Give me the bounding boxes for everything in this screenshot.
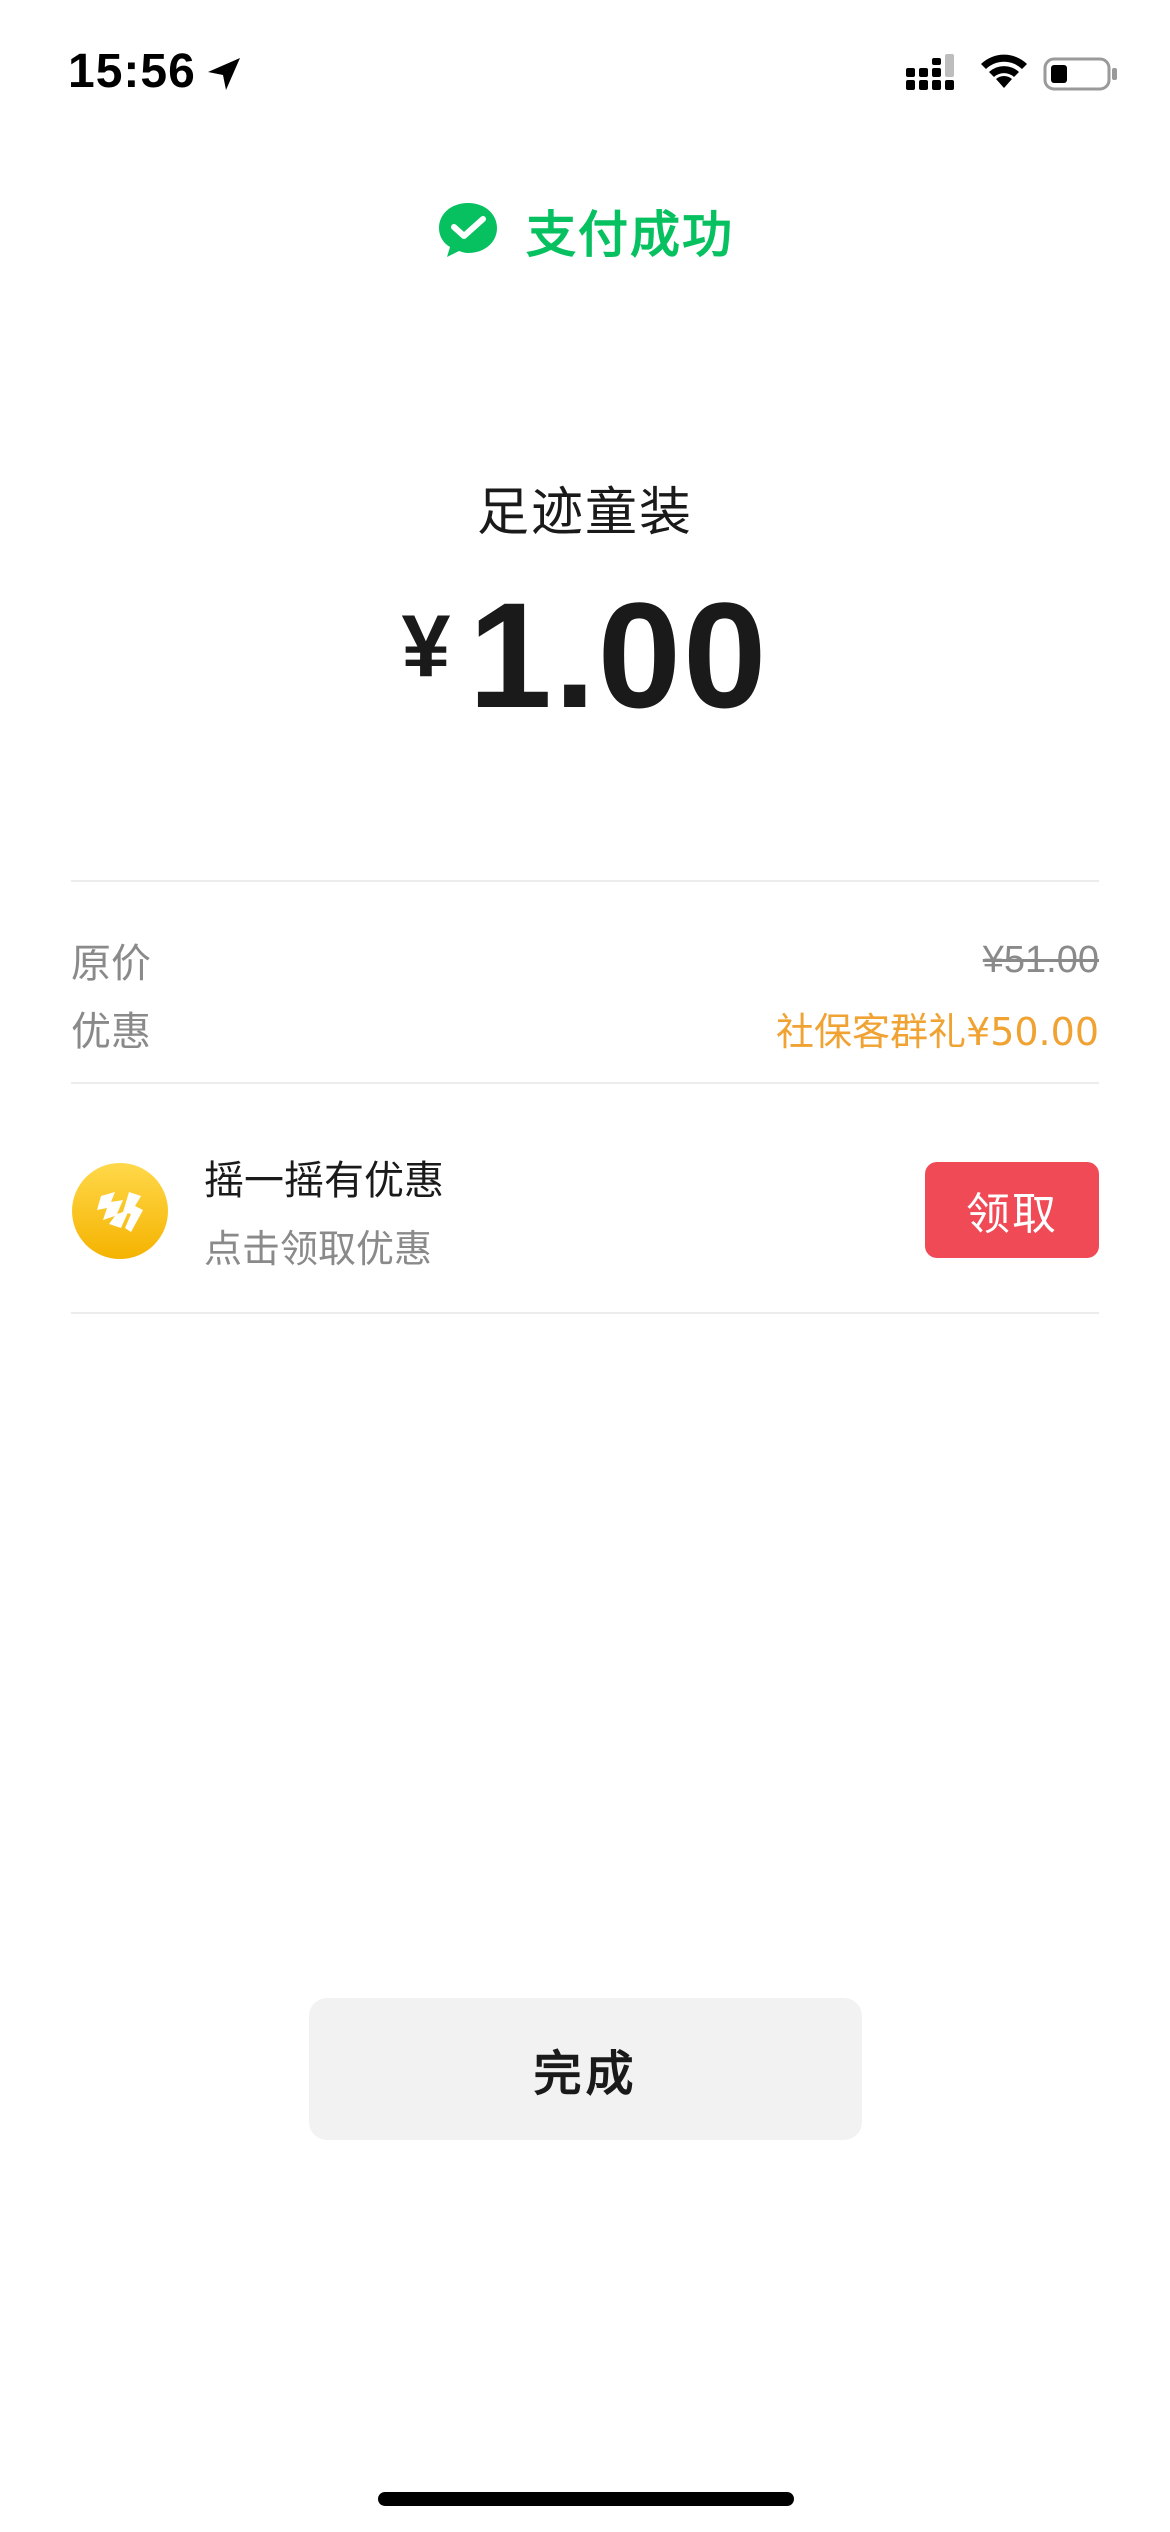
home-indicator[interactable] [378,2492,794,2506]
location-arrow-icon [208,58,240,90]
currency-symbol: ¥ [401,596,451,695]
discount-row: 优惠 社保客群礼¥50.00 [71,998,1099,1058]
battery-icon [1043,57,1117,91]
divider [71,1082,1099,1084]
done-button[interactable]: 完成 [309,1998,862,2140]
discount-label: 优惠 [71,1009,151,1055]
divider [71,1312,1099,1314]
status-bar: 15:56 [0,0,1170,150]
wifi-icon [981,54,1027,88]
amount-value: 1.00 [468,570,769,739]
wechat-pay-icon [439,203,497,257]
payment-success-header: 支付成功 [0,196,1170,266]
claim-button[interactable]: 领取 [925,1162,1099,1258]
original-price-label: 原价 [71,941,151,987]
discount-value: 社保客群礼¥50.00 [776,1009,1099,1054]
promo-title: 摇一摇有优惠 [204,1158,444,1204]
signal-icon [906,54,954,90]
shake-promo-row[interactable]: 摇一摇有优惠 点击领取优惠 领取 [71,1120,1099,1300]
original-price-value: ¥51.00 [982,938,1099,981]
promo-subtitle: 点击领取优惠 [204,1227,433,1271]
payment-success-text: 支付成功 [526,206,734,264]
original-price-row: 原价 ¥51.00 [71,930,1099,990]
shake-coupon-icon [72,1163,168,1259]
divider [71,880,1099,882]
payment-amount: ¥ 1.00 [0,571,1170,739]
status-time: 15:56 [68,45,196,98]
merchant-name: 足迹童装 [476,483,693,543]
